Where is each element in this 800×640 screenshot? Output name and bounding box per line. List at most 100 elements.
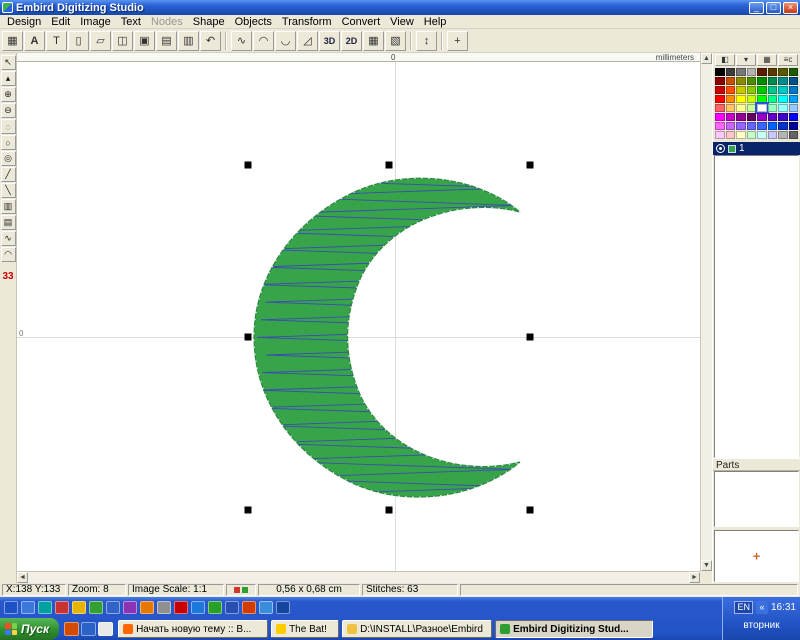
zoom-in-tool[interactable]: ⊕	[1, 87, 16, 102]
palette-swatch[interactable]	[789, 131, 799, 139]
fill-tool[interactable]: ▤	[1, 215, 16, 230]
text-tool-button[interactable]: A	[24, 31, 45, 51]
scroll-up-icon[interactable]: ▲	[701, 53, 712, 64]
parts-list[interactable]	[714, 471, 799, 527]
palette-swatch[interactable]	[736, 131, 746, 139]
object-list[interactable]	[714, 155, 799, 458]
open-design-button[interactable]: ▱	[90, 31, 111, 51]
quicklaunch-icon[interactable]	[4, 601, 18, 614]
menu-convert[interactable]: Convert	[337, 15, 386, 29]
palette-swatch[interactable]	[715, 68, 725, 76]
quicklaunch-icon[interactable]	[21, 601, 35, 614]
corner-tool-button[interactable]: ◿	[297, 31, 318, 51]
language-indicator[interactable]: EN	[734, 601, 753, 614]
palette-swatch[interactable]	[768, 95, 778, 103]
palette-swatch[interactable]	[768, 122, 778, 130]
knife-tool[interactable]: ╲	[1, 183, 16, 198]
palette-swatch[interactable]	[778, 113, 788, 121]
palette-swatch[interactable]	[789, 95, 799, 103]
palette-swatch[interactable]	[778, 77, 788, 85]
palette-swatch[interactable]	[778, 68, 788, 76]
crescent-design-object[interactable]	[248, 165, 530, 510]
task-button[interactable]: D:\INSTALL\Разное\Embird	[342, 620, 492, 638]
selection-handle-s[interactable]	[386, 507, 393, 514]
palette-swatch[interactable]	[726, 122, 736, 130]
freehand-tool-button[interactable]: ∿	[231, 31, 252, 51]
selection-handle-n[interactable]	[386, 162, 393, 169]
palette-swatch[interactable]	[768, 113, 778, 121]
menu-shape[interactable]: Shape	[188, 15, 230, 29]
copy-button[interactable]: ▥	[178, 31, 199, 51]
ellipse-tool[interactable]: ○	[1, 135, 16, 150]
menu-transform[interactable]: Transform	[277, 15, 337, 29]
task-button[interactable]: Embird Digitizing Stud...	[495, 620, 653, 638]
palette-swatch[interactable]	[726, 113, 736, 121]
selection-handle-sw[interactable]	[245, 507, 252, 514]
selection-handle-w[interactable]	[245, 334, 252, 341]
quicklaunch-icon[interactable]	[242, 601, 256, 614]
palette-swatch[interactable]	[726, 95, 736, 103]
menu-design[interactable]: Design	[2, 15, 46, 29]
menu-view[interactable]: View	[385, 15, 419, 29]
palette-swatch[interactable]	[747, 104, 757, 112]
palette-swatch[interactable]	[778, 131, 788, 139]
palette-swatch[interactable]	[736, 77, 746, 85]
maximize-button[interactable]: □	[766, 2, 781, 14]
undo-button[interactable]: ↶	[200, 31, 221, 51]
palette-swatch[interactable]	[757, 113, 767, 121]
palette-swatch[interactable]	[768, 77, 778, 85]
new-design-button[interactable]: ▯	[68, 31, 89, 51]
palette-swatch[interactable]	[726, 77, 736, 85]
lasso-tool[interactable]: ◌	[1, 119, 16, 134]
quicklaunch-icon[interactable]	[106, 601, 120, 614]
quicklaunch-icon[interactable]	[89, 601, 103, 614]
close-button[interactable]: ×	[783, 2, 798, 14]
palette-swatch[interactable]	[789, 113, 799, 121]
palette-swatch[interactable]	[736, 68, 746, 76]
scroll-left-icon[interactable]: ◄	[17, 572, 28, 583]
node-edit-tool[interactable]: ▴	[1, 71, 16, 86]
quicklaunch-icon[interactable]	[259, 601, 273, 614]
palette-swatch[interactable]	[715, 86, 725, 94]
menu-image[interactable]: Image	[75, 15, 116, 29]
column-tool[interactable]: ▥	[1, 199, 16, 214]
zoom-out-tool[interactable]: ⊖	[1, 103, 16, 118]
catalog-button[interactable]: ≡c	[778, 54, 798, 66]
design-canvas[interactable]: 0	[17, 62, 700, 571]
minimize-button[interactable]: _	[749, 2, 764, 14]
palette-swatch[interactable]	[757, 95, 767, 103]
palette-swatch[interactable]	[715, 122, 725, 130]
quicklaunch-icon[interactable]	[174, 601, 188, 614]
palette-swatch[interactable]	[789, 122, 799, 130]
palette-swatch[interactable]	[768, 131, 778, 139]
selection-handle-nw[interactable]	[245, 162, 252, 169]
reorder-objects-button[interactable]: ↕	[416, 31, 437, 51]
palette-swatch[interactable]	[757, 68, 767, 76]
view-3d-button[interactable]: 3D	[319, 31, 340, 51]
menu-help[interactable]: Help	[419, 15, 452, 29]
palette-swatch[interactable]	[778, 95, 788, 103]
palette-swatch[interactable]	[726, 104, 736, 112]
stitch-pattern-button[interactable]: ▦	[2, 31, 23, 51]
quicklaunch-icon[interactable]	[123, 601, 137, 614]
pointer-tool[interactable]: ↖	[1, 55, 16, 70]
palette-swatch[interactable]	[747, 77, 757, 85]
quicklaunch-icon[interactable]	[208, 601, 222, 614]
palette-swatch[interactable]	[715, 113, 725, 121]
open-folder-button[interactable]: ◫	[112, 31, 133, 51]
taskbar-shortcut-icon[interactable]	[81, 622, 96, 636]
palette-swatch[interactable]	[778, 86, 788, 94]
export-design-button[interactable]: ▤	[156, 31, 177, 51]
vertical-scrollbar[interactable]: ▲ ▼	[700, 53, 712, 571]
palette-grid-button[interactable]: ▦	[757, 54, 777, 66]
palette-swatch[interactable]	[789, 77, 799, 85]
curve-tool-button[interactable]: ◡	[275, 31, 296, 51]
palette-swatch[interactable]	[715, 77, 725, 85]
palette-swatch[interactable]	[757, 77, 767, 85]
grid-toggle-button[interactable]: ▦	[363, 31, 384, 51]
quicklaunch-icon[interactable]	[38, 601, 52, 614]
quicklaunch-icon[interactable]	[276, 601, 290, 614]
palette-swatch[interactable]	[726, 86, 736, 94]
pen-tool[interactable]: ╱	[1, 167, 16, 182]
arc-tool-button[interactable]: ◠	[253, 31, 274, 51]
